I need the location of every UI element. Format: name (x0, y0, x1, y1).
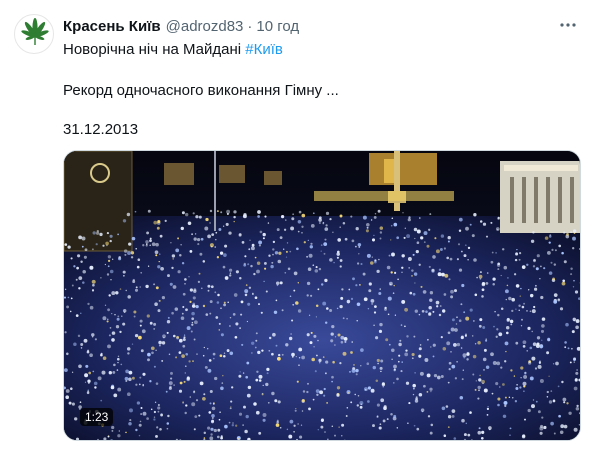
hashtag-link[interactable]: #Київ (245, 41, 283, 58)
tweet-header: Красень Київ @adrozd83 · 10 год (63, 15, 551, 37)
tweet-card[interactable]: Красень Київ @adrozd83 · 10 год Новорічн… (0, 0, 591, 449)
video-media[interactable]: 1:23 (63, 150, 581, 441)
cannabis-leaf-icon (21, 18, 49, 45)
tweet-text-date: 31.12.2013 (63, 121, 139, 138)
more-options-icon (560, 23, 576, 27)
tweet-text: Новорічна ніч на Майдані (63, 41, 246, 58)
author-handle[interactable]: @adrozd83 (166, 18, 244, 35)
avatar[interactable] (14, 14, 54, 54)
author-name[interactable]: Красень Київ (63, 18, 161, 35)
tweet-text-line-1: Новорічна ніч на Майдані #Київ (63, 41, 283, 58)
video-thumbnail-image (64, 151, 580, 440)
more-options-button[interactable] (557, 14, 579, 36)
timestamp[interactable]: 10 год (256, 18, 299, 35)
tweet-text-line-2: Рекорд одночасного виконання Гімну ... (63, 82, 339, 99)
separator-dot: · (247, 17, 253, 35)
video-duration-badge: 1:23 (80, 408, 114, 426)
